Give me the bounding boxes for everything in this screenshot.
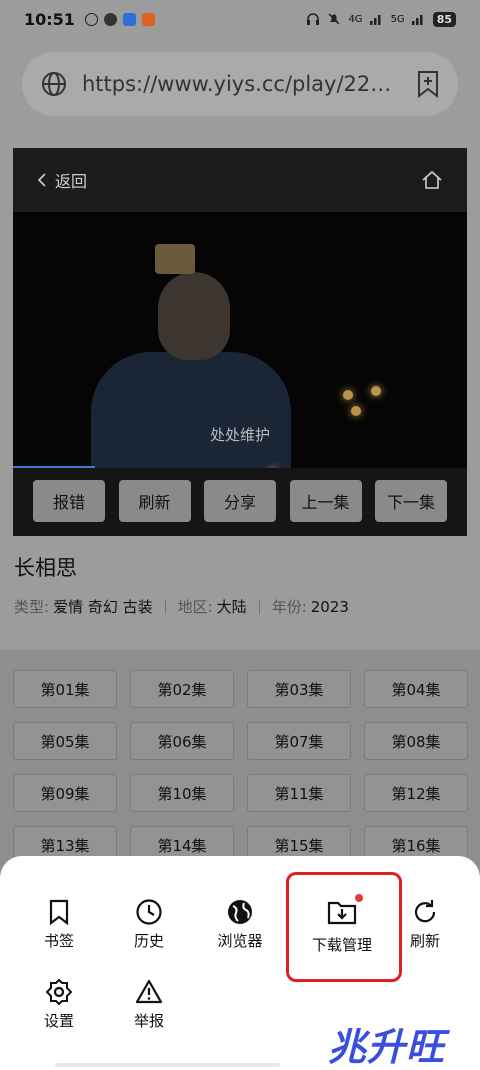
- menu-item-label: 历史: [133, 932, 164, 950]
- episode-button[interactable]: 第03集: [247, 670, 351, 708]
- system-icons: 4G 5G 85: [306, 11, 456, 27]
- chevron-left-icon: [37, 173, 46, 187]
- episode-button[interactable]: 第10集: [130, 774, 234, 812]
- url-text[interactable]: https://www.yiys.cc/play/22…: [82, 72, 416, 96]
- refresh-icon: [414, 900, 436, 923]
- candle-light: [343, 390, 353, 400]
- menu-item-label: 刷新: [409, 932, 440, 950]
- app-notification-icon: [122, 12, 136, 26]
- warning-icon: [135, 979, 163, 1004]
- video-progress-bar[interactable]: [13, 466, 95, 468]
- player-button-row: 报错 刷新 分享 上一集 下一集: [13, 468, 467, 534]
- network-label-5g: 5G: [390, 13, 405, 25]
- app-notification-icon: [141, 12, 155, 26]
- menu-item-browser[interactable]: 浏览器: [200, 898, 280, 951]
- video-figure-crown: [155, 244, 195, 274]
- status-time: 10:51: [24, 9, 75, 29]
- episode-button[interactable]: 第12集: [364, 774, 468, 812]
- menu-item-refresh[interactable]: 刷新: [395, 898, 455, 951]
- region-label: 地区:: [177, 598, 213, 616]
- episode-button[interactable]: 第11集: [247, 774, 351, 812]
- bookmark-icon: [49, 899, 69, 926]
- player-button[interactable]: 下一集: [375, 480, 447, 522]
- player-button[interactable]: 上一集: [289, 480, 362, 522]
- episode-grid: 第01集 第02集 第03集 第04集第05集 第06集 第07集 第08集第09集 第10集…: [13, 670, 468, 864]
- app-notification-icon: [103, 12, 117, 26]
- bookmark-add-icon[interactable]: [416, 70, 440, 98]
- home-icon[interactable]: [421, 170, 443, 190]
- app-notification-icon: [84, 12, 98, 26]
- headphones-icon: [307, 13, 320, 25]
- player-button[interactable]: 刷新: [118, 480, 191, 522]
- watermark-logo: 兆升旺: [328, 1025, 446, 1069]
- menu-item-label: 浏览器: [217, 932, 263, 950]
- episode-button[interactable]: 第09集: [13, 774, 117, 812]
- player-button[interactable]: 分享: [204, 480, 276, 522]
- episode-section: 第01集 第02集 第03集 第04集第05集 第06集 第07集 第08集第09集 第10集…: [0, 650, 480, 890]
- signal-icon: [411, 15, 423, 25]
- type-value: 爱情 奇幻 古装: [53, 598, 153, 616]
- back-label: 返回: [55, 172, 88, 191]
- episode-button[interactable]: 第04集: [364, 670, 468, 708]
- episode-button[interactable]: 第07集: [247, 722, 351, 760]
- year-value: 2023: [310, 597, 349, 616]
- episode-button[interactable]: 第06集: [130, 722, 234, 760]
- download-highlight-box: [286, 872, 402, 982]
- episode-button[interactable]: 第05集: [13, 722, 117, 760]
- candle-light: [351, 406, 361, 416]
- meta-divider: [164, 599, 166, 614]
- episode-button[interactable]: 第02集: [130, 670, 234, 708]
- show-title: 长相思: [14, 556, 77, 580]
- signal-icon: [369, 15, 381, 25]
- video-player: 返回 处处维护 报错 刷新 分享 上一集 下一集: [13, 148, 467, 536]
- show-meta: 类型: 爱情 奇幻 古装 地区: 大陆 年份: 2023: [14, 596, 349, 617]
- clock-icon: [136, 899, 162, 925]
- player-header: 返回: [13, 148, 467, 212]
- year-label: 年份:: [271, 598, 307, 616]
- menu-item-label: 举报: [133, 1012, 164, 1030]
- candle-light: [371, 386, 381, 396]
- gear-icon: [45, 978, 73, 1006]
- battery-indicator: 85: [432, 11, 456, 27]
- meta-divider: [258, 599, 260, 614]
- menu-item-report[interactable]: 举报: [109, 978, 189, 1031]
- status-bar: 10:51 4G 5G 85: [0, 0, 480, 38]
- globe-icon: [42, 72, 66, 96]
- globe-icon: [228, 900, 252, 924]
- region-value: 大陆: [216, 598, 247, 616]
- notification-icons: [84, 12, 155, 26]
- video-figure-head: [158, 272, 230, 360]
- home-indicator: [55, 1063, 280, 1067]
- menu-item-bookmarks[interactable]: 书签: [19, 898, 99, 951]
- menu-item-settings[interactable]: 设置: [19, 978, 99, 1031]
- video-subtitle: 处处维护: [209, 426, 270, 444]
- menu-item-label: 书签: [43, 932, 74, 950]
- video-figure-robe: [91, 352, 291, 468]
- type-label: 类型:: [14, 598, 50, 616]
- address-bar[interactable]: https://www.yiys.cc/play/22…: [22, 52, 458, 116]
- episode-button[interactable]: 第01集: [13, 670, 117, 708]
- episode-button[interactable]: 第08集: [364, 722, 468, 760]
- menu-item-label: 设置: [43, 1012, 74, 1030]
- network-label: 4G: [348, 13, 363, 25]
- menu-item-history[interactable]: 历史: [109, 898, 189, 951]
- player-button[interactable]: 报错: [33, 480, 105, 522]
- video-frame[interactable]: 处处维护: [13, 212, 467, 468]
- back-button[interactable]: 返回: [37, 168, 87, 192]
- mute-icon: [328, 13, 340, 25]
